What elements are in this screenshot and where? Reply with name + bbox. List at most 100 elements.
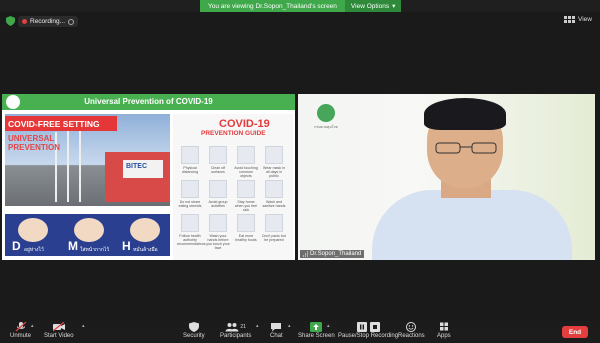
ministry-logo-icon [317, 104, 335, 122]
dmh-illustration [74, 218, 104, 242]
prevention-guide: COVID-19 PREVENTION GUIDE Physical dista… [173, 114, 293, 260]
guide-caption: Wear mask in all days in public [263, 166, 285, 178]
guide-caption: Clean off surfaces [210, 166, 226, 174]
dmh-letter: D [12, 239, 21, 253]
unmute-label: Unmute [10, 333, 32, 339]
guide-caption: Stay home when you feel sick [234, 200, 258, 212]
unmute-button[interactable]: Unmute [10, 322, 31, 339]
apps-label: Apps [437, 333, 451, 339]
participant-video[interactable]: กรมควบคุมโรค Dr.Sopon_Thailand [298, 94, 595, 260]
guide-illustration [237, 180, 255, 198]
video-off-icon [52, 322, 65, 332]
pause-icon [356, 322, 367, 332]
guide-caption: Do not share eating utensils [178, 200, 202, 208]
recording-label: Recording... [30, 18, 66, 25]
view-options-button[interactable]: View Options ▾ [344, 0, 402, 12]
reactions-button[interactable]: Reactions [398, 322, 425, 339]
reactions-icon [406, 322, 417, 332]
participants-count: 21 [240, 324, 246, 330]
guide-illustration [181, 214, 199, 232]
chevron-up-icon[interactable]: ▴ [31, 323, 34, 329]
shield-icon[interactable] [6, 16, 15, 26]
apps-button[interactable]: Apps [437, 322, 451, 339]
building-sign: BITEC [126, 163, 147, 170]
share-screen-label: Share Screen [298, 333, 335, 339]
status-bar: Recording... View [0, 12, 600, 30]
glasses-icon [435, 142, 497, 154]
guide-caption: Avoid touching common objects [234, 166, 258, 178]
participants-icon [225, 323, 239, 332]
shared-screen: Universal Prevention of COVID-19 BITEC C… [2, 94, 295, 260]
meeting-toolbar: Unmute ▴ Start Video ▴ Security 21 Parti… [0, 321, 600, 343]
guide-illustration [237, 214, 255, 232]
dmh-caption: ใส่หน้ากากไว้ [80, 247, 110, 253]
guide-caption: Follow health authority recommendations [177, 234, 206, 246]
slide-title: Universal Prevention of COVID-19 [84, 97, 213, 106]
person-hair [424, 98, 506, 130]
share-screen-icon [310, 322, 323, 332]
stop-icon [369, 322, 380, 332]
guide-title: COVID-19 [219, 118, 270, 130]
reactions-label: Reactions [398, 333, 425, 339]
guide-illustration [181, 180, 199, 198]
dmh-caption: อยู่ห่างไว้ [24, 247, 44, 253]
signal-icon [303, 251, 308, 257]
view-button[interactable]: View [564, 16, 592, 23]
top-bar: You are viewing Dr.Sopon_Thailand's scre… [0, 0, 600, 12]
share-banner-message: You are viewing Dr.Sopon_Thailand's scre… [200, 0, 345, 12]
guide-caption: Physical distancing [181, 166, 199, 174]
security-label: Security [183, 333, 205, 339]
participants-button[interactable]: 21 Participants [220, 322, 251, 339]
pause-stop-recording-button[interactable]: Pause/Stop Recording [338, 322, 398, 339]
slide-header: Universal Prevention of COVID-19 [2, 94, 295, 110]
chevron-up-icon[interactable]: ▴ [82, 323, 85, 329]
view-label: View [578, 16, 592, 23]
participant-name: Dr.Sopon_Thailand [310, 251, 362, 257]
dmh-illustration [18, 218, 48, 242]
chevron-up-icon[interactable]: ▴ [256, 323, 259, 329]
chevron-up-icon[interactable]: ▴ [288, 323, 291, 329]
guide-illustration [237, 146, 255, 164]
dmh-letter: H [122, 239, 131, 253]
guide-illustration [209, 214, 227, 232]
chat-button[interactable]: Chat [270, 322, 283, 339]
participant-name-tag: Dr.Sopon_Thailand [300, 250, 365, 258]
guide-caption: Wash and sanitize hands [262, 200, 286, 208]
security-button[interactable]: Security [183, 322, 205, 339]
participants-label: Participants [220, 333, 252, 339]
guide-caption: Don't panic but be prepared [262, 234, 286, 242]
chevron-up-icon[interactable]: ▴ [327, 323, 330, 329]
view-options-label: View Options [350, 2, 390, 10]
dmh-illustration [130, 218, 160, 242]
chat-bubble-icon [271, 323, 282, 332]
chat-label: Chat [270, 333, 283, 339]
ministry-caption: กรมควบคุมโรค [314, 125, 338, 129]
start-video-label: Start Video [44, 333, 74, 339]
dmh-caption: หมั่นล้างมือ [133, 247, 158, 253]
guide-illustration [209, 180, 227, 198]
guide-subtitle: PREVENTION GUIDE [201, 130, 266, 137]
guide-caption: Eat more healthy foods [235, 234, 257, 242]
guide-caption: Avoid group activities [208, 200, 228, 208]
guide-illustration [265, 214, 283, 232]
grid-view-icon [564, 16, 576, 23]
share-banner: You are viewing Dr.Sopon_Thailand's scre… [200, 0, 402, 12]
slide-headline: COVID-FREE SETTING [5, 116, 117, 131]
start-video-button[interactable]: Start Video [44, 322, 74, 339]
pause-stop-recording-label: Pause/Stop Recording [338, 333, 399, 339]
guide-illustration [209, 146, 227, 164]
guide-illustration [181, 146, 199, 164]
guide-caption: Wash your hands before you touch your fa… [206, 234, 230, 250]
chevron-down-icon: ▾ [392, 3, 396, 10]
pause-icon[interactable] [68, 18, 75, 25]
recording-indicator[interactable]: Recording... [18, 16, 79, 27]
shield-icon [188, 322, 199, 332]
guide-illustration [265, 146, 283, 164]
slide-subheadline: UNIVERSAL PREVENTION [8, 134, 61, 152]
guide-illustration [265, 180, 283, 198]
apps-icon [439, 322, 448, 331]
microphone-muted-icon [15, 322, 26, 332]
dmh-letter: M [68, 239, 78, 253]
end-meeting-button[interactable]: End [562, 326, 588, 338]
record-dot-icon [22, 19, 27, 24]
